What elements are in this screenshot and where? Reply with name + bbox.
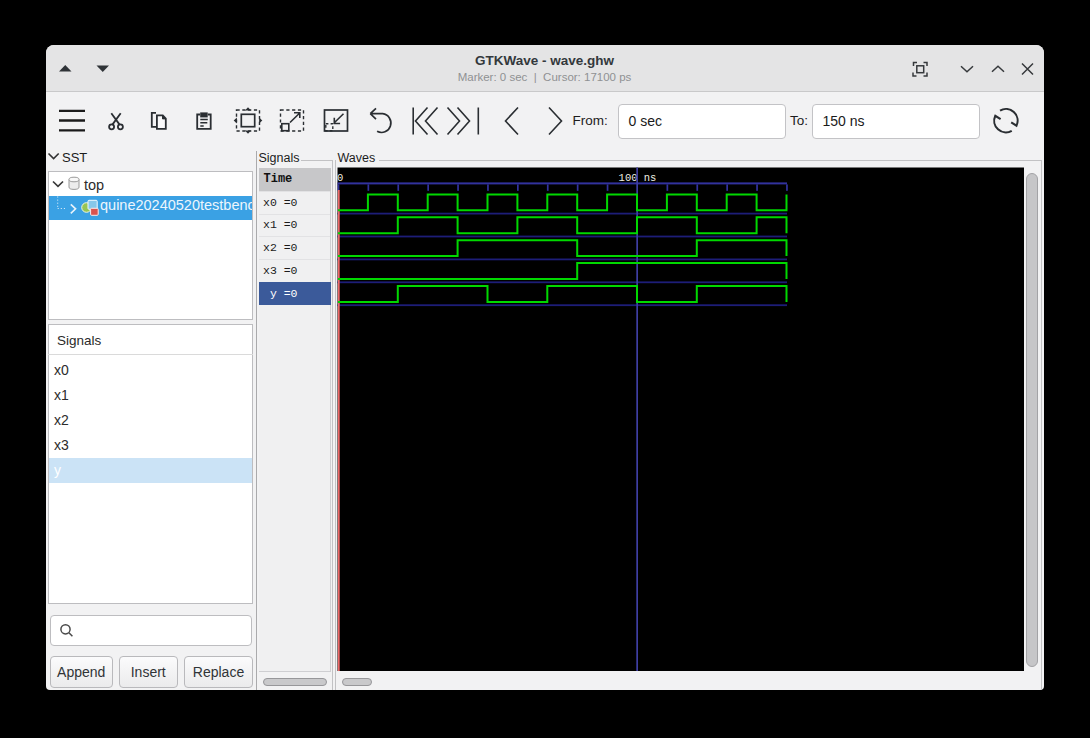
svg-text:0: 0 — [337, 172, 343, 184]
